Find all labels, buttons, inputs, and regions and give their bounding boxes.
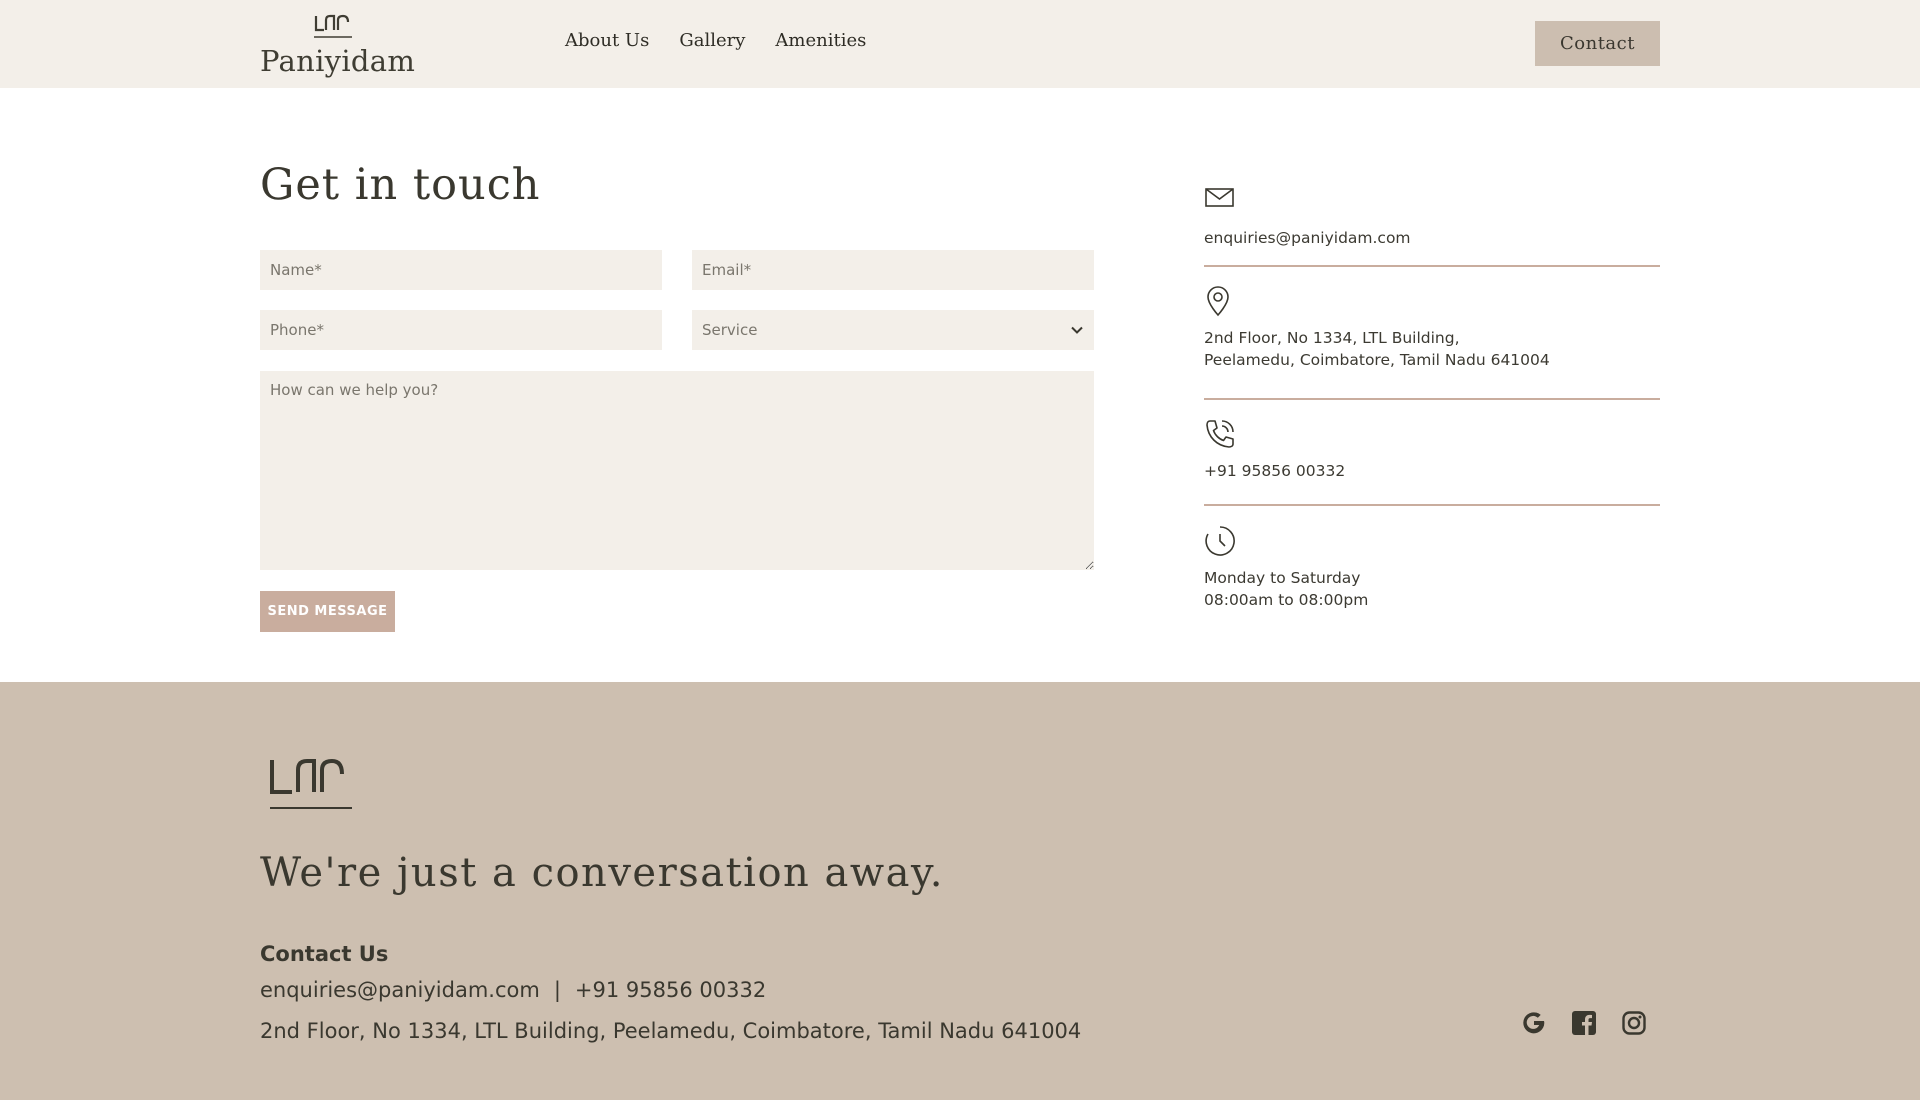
footer-separator: |	[553, 978, 561, 1002]
chevron-down-icon	[1071, 326, 1083, 334]
message-textarea[interactable]	[260, 371, 1094, 570]
brand-logo[interactable]: Paniyidam	[260, 10, 415, 78]
info-hours: Monday to Saturday 08:00am to 08:00pm	[1204, 567, 1660, 611]
phone-icon	[1206, 420, 1234, 448]
name-input[interactable]	[260, 250, 662, 290]
info-phone[interactable]: +91 95856 00332	[1204, 460, 1660, 482]
info-address: 2nd Floor, No 1334, LTL Building, Peelam…	[1204, 327, 1660, 371]
footer-tagline: We're just a conversation away.	[260, 850, 944, 896]
info-email-block: enquiries@paniyidam.com	[1204, 185, 1660, 267]
nav-gallery[interactable]: Gallery	[679, 30, 745, 51]
site-header: Paniyidam About Us Gallery Amenities Con…	[0, 0, 1920, 88]
divider	[1204, 398, 1660, 400]
info-email[interactable]: enquiries@paniyidam.com	[1204, 227, 1660, 249]
footer-logo-icon	[270, 758, 352, 809]
footer-email[interactable]: enquiries@paniyidam.com	[260, 978, 540, 1002]
nav-about-us[interactable]: About Us	[565, 30, 649, 51]
facebook-icon[interactable]	[1570, 1009, 1598, 1037]
logo-mark-icon	[314, 14, 352, 38]
nav-amenities[interactable]: Amenities	[775, 30, 866, 51]
divider	[1204, 504, 1660, 506]
phone-input[interactable]	[260, 310, 662, 350]
divider	[1204, 265, 1660, 267]
location-pin-icon	[1207, 286, 1229, 317]
brand-name: Paniyidam	[260, 44, 416, 78]
clock-icon	[1205, 526, 1235, 556]
service-select-value: Service	[702, 321, 758, 339]
main-nav: About Us Gallery Amenities	[565, 30, 866, 51]
info-hours-days: Monday to Saturday	[1204, 569, 1361, 587]
info-phone-block: +91 95856 00332	[1204, 418, 1660, 506]
footer-phone[interactable]: +91 95856 00332	[575, 978, 766, 1002]
info-address-block: 2nd Floor, No 1334, LTL Building, Peelam…	[1204, 285, 1660, 400]
info-hours-time: 08:00am to 08:00pm	[1204, 591, 1369, 609]
footer-contact-line: enquiries@paniyidam.com | +91 95856 00332	[260, 978, 766, 1002]
footer-contact-heading: Contact Us	[260, 942, 389, 966]
info-address-line2: Peelamedu, Coimbatore, Tamil Nadu 641004	[1204, 351, 1550, 369]
page-title: Get in touch	[260, 160, 541, 210]
google-icon[interactable]	[1520, 1009, 1548, 1037]
info-hours-block: Monday to Saturday 08:00am to 08:00pm	[1204, 525, 1660, 611]
email-input[interactable]	[692, 250, 1094, 290]
social-links	[1520, 1009, 1648, 1037]
send-message-button[interactable]: SEND MESSAGE	[260, 591, 395, 632]
envelope-icon	[1205, 188, 1234, 207]
info-address-line1: 2nd Floor, No 1334, LTL Building,	[1204, 329, 1460, 347]
service-select[interactable]: Service	[692, 310, 1094, 350]
contact-button[interactable]: Contact	[1535, 21, 1660, 66]
site-footer: We're just a conversation away. Contact …	[0, 682, 1920, 1100]
instagram-icon[interactable]	[1620, 1009, 1648, 1037]
footer-address: 2nd Floor, No 1334, LTL Building, Peelam…	[260, 1019, 1082, 1043]
